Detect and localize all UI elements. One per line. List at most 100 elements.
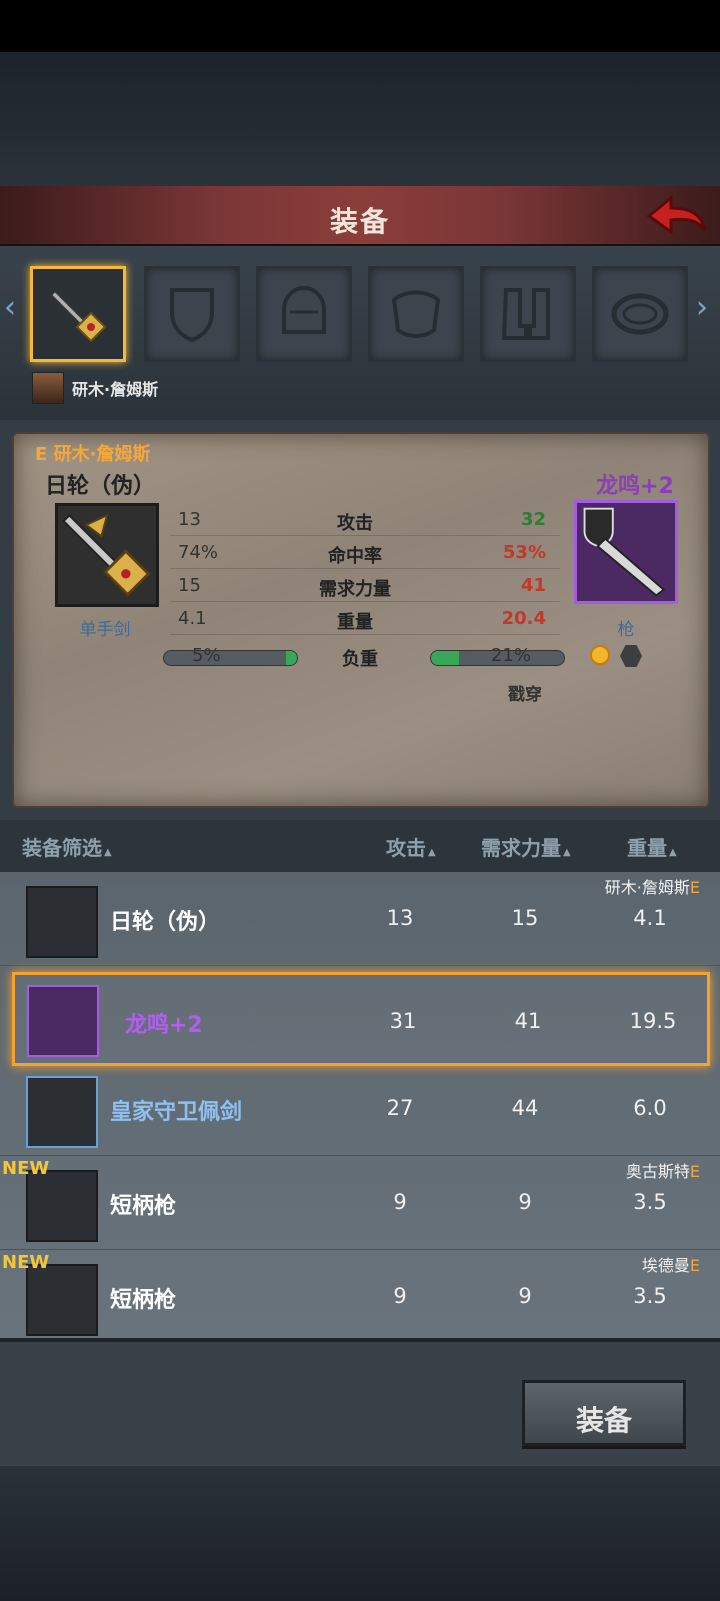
bottom-backdrop bbox=[0, 1466, 720, 1601]
stat-candidate-value: 32 bbox=[520, 509, 546, 530]
slot-armor[interactable] bbox=[368, 266, 464, 362]
item-weight: 3.5 bbox=[633, 1284, 667, 1308]
helmet-slot-icon bbox=[282, 285, 326, 334]
candidate-load-text: 21% bbox=[491, 645, 532, 666]
candidate-item-icon bbox=[574, 500, 678, 604]
item-attack: 9 bbox=[393, 1284, 407, 1308]
chevron-left-icon[interactable]: ‹ bbox=[4, 290, 24, 330]
status-bar-area bbox=[0, 0, 720, 52]
new-badge: NEW bbox=[2, 1158, 50, 1179]
item-name: 短柄枪 bbox=[110, 1194, 177, 1219]
list-item[interactable]: 研木·詹姆斯E 日轮（伪） 13 15 4.1 bbox=[0, 872, 720, 966]
current-load-text: 5% bbox=[192, 645, 221, 666]
item-weight: 3.5 bbox=[633, 1190, 667, 1214]
item-name: 日轮（伪） bbox=[110, 910, 221, 935]
list-item[interactable]: 奥古斯特E NEW 短柄枪 9 9 3.5 bbox=[0, 1156, 720, 1250]
load-label: 负重 bbox=[342, 649, 378, 670]
sword-slot-icon bbox=[49, 289, 107, 343]
new-badge: NEW bbox=[2, 1252, 50, 1273]
item-attack: 9 bbox=[393, 1190, 407, 1214]
stat-candidate-value: 20.4 bbox=[501, 608, 546, 629]
stat-row-strength: 15 需求力量 41 bbox=[170, 570, 560, 602]
owner-e-mark: E bbox=[35, 444, 48, 465]
current-load-fill bbox=[286, 651, 297, 665]
slot-ring[interactable] bbox=[592, 266, 688, 362]
list-item[interactable]: 皇家守卫佩剑 27 44 6.0 bbox=[0, 1062, 720, 1156]
equipment-list[interactable]: 研木·詹姆斯E 日轮（伪） 13 15 4.1 龙鸣+2 31 41 19.5 … bbox=[0, 872, 720, 1358]
strength-header-label: 需求力量 bbox=[481, 836, 561, 860]
item-attack: 13 bbox=[386, 906, 414, 930]
owner-e-mark: E bbox=[689, 878, 700, 897]
filter-label: 装备筛选 bbox=[22, 836, 102, 860]
top-backdrop bbox=[0, 52, 720, 186]
spear-icon bbox=[26, 1170, 98, 1242]
current-item-name: 日轮（伪） bbox=[45, 474, 156, 499]
item-strength: 15 bbox=[511, 906, 539, 930]
back-arrow-icon[interactable] bbox=[645, 192, 709, 240]
avatar bbox=[32, 372, 64, 404]
item-weight: 19.5 bbox=[629, 1009, 677, 1033]
stat-label: 命中率 bbox=[328, 546, 382, 567]
golden-sword-icon bbox=[62, 513, 151, 597]
attack-header-label: 攻击 bbox=[386, 836, 426, 860]
stat-label: 需求力量 bbox=[319, 579, 391, 600]
slot-weapon[interactable] bbox=[30, 266, 126, 362]
stat-candidate-value: 53% bbox=[502, 542, 546, 563]
special-attribute: 戳穿 bbox=[508, 685, 542, 705]
character-name: 研木·詹姆斯 bbox=[72, 380, 159, 399]
candidate-load-fill bbox=[431, 651, 459, 665]
weight-header-label: 重量 bbox=[627, 836, 667, 860]
item-owner-name: 埃德曼 bbox=[641, 1256, 690, 1275]
owner-name: 研木·詹姆斯 bbox=[53, 444, 151, 465]
item-strength: 9 bbox=[518, 1284, 532, 1308]
equip-button-label: 装备 bbox=[575, 1404, 632, 1437]
stat-candidate-value: 41 bbox=[520, 575, 546, 596]
item-name: 皇家守卫佩剑 bbox=[110, 1100, 243, 1125]
sort-strength-button[interactable]: 需求力量 ▲ bbox=[481, 832, 571, 861]
gold-gem-icon bbox=[590, 645, 610, 665]
lance-icon bbox=[27, 985, 99, 1057]
item-attack: 27 bbox=[386, 1096, 414, 1120]
divider bbox=[170, 568, 560, 569]
spear-icon bbox=[26, 1264, 98, 1336]
owner-e-mark: E bbox=[689, 1162, 700, 1181]
sort-attack-button[interactable]: 攻击 ▲ bbox=[386, 832, 436, 861]
title-bar: 装备 bbox=[0, 186, 720, 246]
chevron-right-icon[interactable]: › bbox=[696, 290, 716, 330]
item-strength: 41 bbox=[514, 1009, 542, 1033]
stat-current-value: 74% bbox=[178, 542, 219, 563]
item-weight: 6.0 bbox=[633, 1096, 667, 1120]
item-owner: 研木·詹姆斯E bbox=[605, 874, 700, 898]
slot-boots[interactable] bbox=[480, 266, 576, 362]
golden-sword-icon bbox=[26, 886, 98, 958]
item-owner: 埃德曼E bbox=[642, 1252, 700, 1276]
item-owner-name: 研木·詹姆斯 bbox=[604, 878, 690, 897]
sort-weight-button[interactable]: 重量 ▲ bbox=[627, 832, 677, 861]
sort-triangle-icon: ▲ bbox=[563, 847, 571, 858]
item-strength: 44 bbox=[511, 1096, 539, 1120]
sort-triangle-icon: ▲ bbox=[104, 847, 112, 858]
candidate-item-type: 枪 bbox=[617, 620, 635, 640]
stat-row-weight: 4.1 重量 20.4 bbox=[170, 603, 560, 635]
item-owner-name: 奥古斯特 bbox=[625, 1162, 690, 1181]
slot-helmet[interactable] bbox=[256, 266, 352, 362]
divider bbox=[170, 601, 560, 602]
owner-e-mark: E bbox=[689, 1256, 700, 1275]
stat-row-accuracy: 74% 命中率 53% bbox=[170, 537, 560, 569]
item-name: 龙鸣+2 bbox=[125, 1013, 203, 1038]
equip-button[interactable]: 装备 bbox=[522, 1380, 686, 1446]
slot-shield[interactable] bbox=[144, 266, 240, 362]
stat-current-value: 15 bbox=[178, 575, 201, 596]
item-weight: 4.1 bbox=[633, 906, 667, 930]
candidate-item-name: 龙鸣+2 bbox=[596, 474, 674, 499]
character-tag[interactable]: 研木·詹姆斯 bbox=[32, 372, 158, 404]
filter-sort-button[interactable]: 装备筛选 ▲ bbox=[22, 832, 112, 861]
lance-icon bbox=[583, 507, 666, 597]
saber-icon bbox=[26, 1076, 98, 1148]
list-item[interactable]: 埃德曼E NEW 短柄枪 9 9 3.5 bbox=[0, 1250, 720, 1344]
boots-slot-icon bbox=[501, 288, 550, 340]
stat-label: 攻击 bbox=[337, 513, 373, 534]
list-item-selected[interactable]: 龙鸣+2 31 41 19.5 bbox=[12, 972, 710, 1066]
current-item-type: 单手剑 bbox=[79, 620, 131, 640]
stat-row-attack: 13 攻击 32 bbox=[170, 504, 560, 536]
